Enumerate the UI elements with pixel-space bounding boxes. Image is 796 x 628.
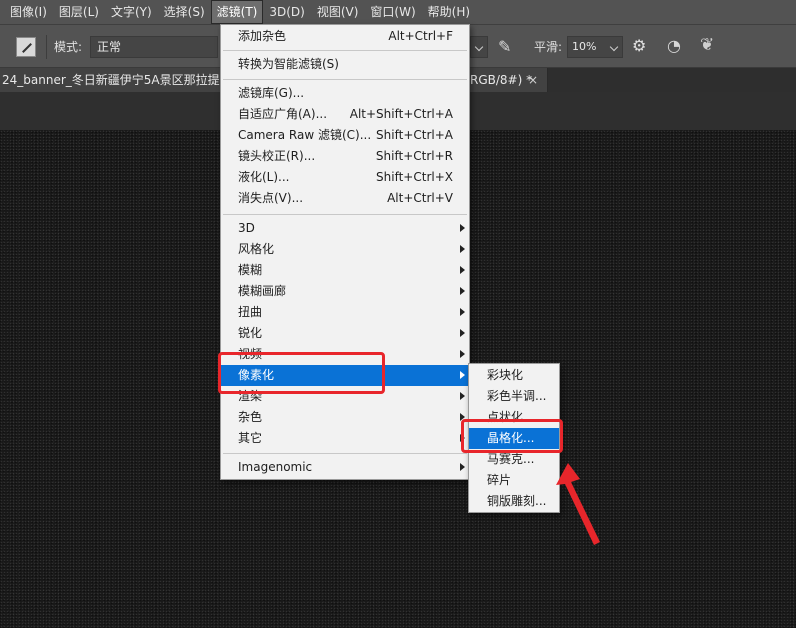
smoothing-select[interactable]: 10% (567, 36, 623, 58)
menu-item-add-noise[interactable]: 添加杂色 Alt+Ctrl+F (221, 26, 469, 47)
menu-divider (223, 79, 467, 80)
menu-item-stylize[interactable]: 风格化 (221, 239, 469, 260)
symmetry-icon[interactable]: ❦ (700, 35, 714, 55)
submenu-arrow-icon (460, 245, 465, 253)
menu-divider (223, 50, 467, 51)
menu-item-adaptive-wide-angle[interactable]: 自适应广角(A)... Alt+Shift+Ctrl+A (221, 104, 469, 125)
menu-item-camera-raw[interactable]: Camera Raw 滤镜(C)... Shift+Ctrl+A (221, 125, 469, 146)
submenu-arrow-icon (460, 224, 465, 232)
menu-select[interactable]: 选择(S) (158, 0, 211, 24)
brush-preset-icon[interactable] (16, 37, 36, 57)
submenu-arrow-icon (460, 371, 465, 379)
menu-image[interactable]: 图像(I) (4, 0, 53, 24)
airbrush-icon[interactable]: ✎ (498, 37, 511, 56)
mode-select[interactable]: 正常 (90, 36, 218, 58)
menu-item-convert-smart-filter[interactable]: 转换为智能滤镜(S) (221, 54, 469, 75)
pressure-icon[interactable]: ◔ (667, 36, 681, 55)
menu-item-distort[interactable]: 扭曲 (221, 302, 469, 323)
submenu-arrow-icon (460, 463, 465, 471)
menu-divider (223, 214, 467, 215)
menu-layer[interactable]: 图层(L) (53, 0, 105, 24)
menu-item-3d[interactable]: 3D (221, 218, 469, 239)
menu-help[interactable]: 帮助(H) (422, 0, 476, 24)
menu-type[interactable]: 文字(Y) (105, 0, 158, 24)
submenu-item-color-halftone[interactable]: 彩色半调... (469, 386, 559, 407)
menu-filter[interactable]: 滤镜(T) (210, 0, 264, 24)
close-icon[interactable]: × (528, 68, 538, 92)
menu-bar: 图像(I) 图层(L) 文字(Y) 选择(S) 滤镜(T) 3D(D) 视图(V… (0, 0, 796, 24)
submenu-arrow-icon (460, 287, 465, 295)
submenu-arrow-icon (460, 266, 465, 274)
submenu-arrow-icon (460, 392, 465, 400)
menu-3d[interactable]: 3D(D) (263, 0, 310, 24)
submenu-arrow-icon (460, 308, 465, 316)
menu-item-filter-gallery[interactable]: 滤镜库(G)... (221, 83, 469, 104)
annotation-arrow-icon (556, 463, 600, 545)
menu-item-sharpen[interactable]: 锐化 (221, 323, 469, 344)
submenu-arrow-icon (460, 350, 465, 358)
menu-item-other[interactable]: 其它 (221, 428, 469, 449)
filter-menu: 添加杂色 Alt+Ctrl+F 转换为智能滤镜(S) 滤镜库(G)... 自适应广… (220, 24, 470, 480)
submenu-item-fragment[interactable]: 碎片 (469, 470, 559, 491)
smoothing-label: 平滑: (534, 40, 563, 54)
menu-item-imagenomic[interactable]: Imagenomic (221, 457, 469, 478)
menu-item-noise[interactable]: 杂色 (221, 407, 469, 428)
annotation-box-pixelate (218, 352, 385, 394)
submenu-item-mezzotint[interactable]: 铜版雕刻... (469, 491, 559, 512)
options-divider (46, 35, 47, 59)
annotation-box-crystallize (461, 419, 563, 453)
submenu-item-facet[interactable]: 彩块化 (469, 365, 559, 386)
mode-label: 模式: (54, 40, 83, 54)
document-title: 24_banner_冬日新疆伊宁5A景区那拉提 (2, 73, 220, 87)
menu-item-liquify[interactable]: 液化(L)... Shift+Ctrl+X (221, 167, 469, 188)
menu-item-vanishing-point[interactable]: 消失点(V)... Alt+Ctrl+V (221, 188, 469, 209)
menu-view[interactable]: 视图(V) (311, 0, 365, 24)
document-mode: RGB/8#) * (470, 73, 533, 87)
menu-divider (223, 453, 467, 454)
menu-item-blur-gallery[interactable]: 模糊画廊 (221, 281, 469, 302)
flow-dropdown[interactable] (470, 36, 488, 58)
submenu-arrow-icon (460, 329, 465, 337)
menu-item-lens-correction[interactable]: 镜头校正(R)... Shift+Ctrl+R (221, 146, 469, 167)
gear-icon[interactable]: ⚙ (632, 36, 646, 55)
menu-item-blur[interactable]: 模糊 (221, 260, 469, 281)
menu-window[interactable]: 窗口(W) (364, 0, 421, 24)
